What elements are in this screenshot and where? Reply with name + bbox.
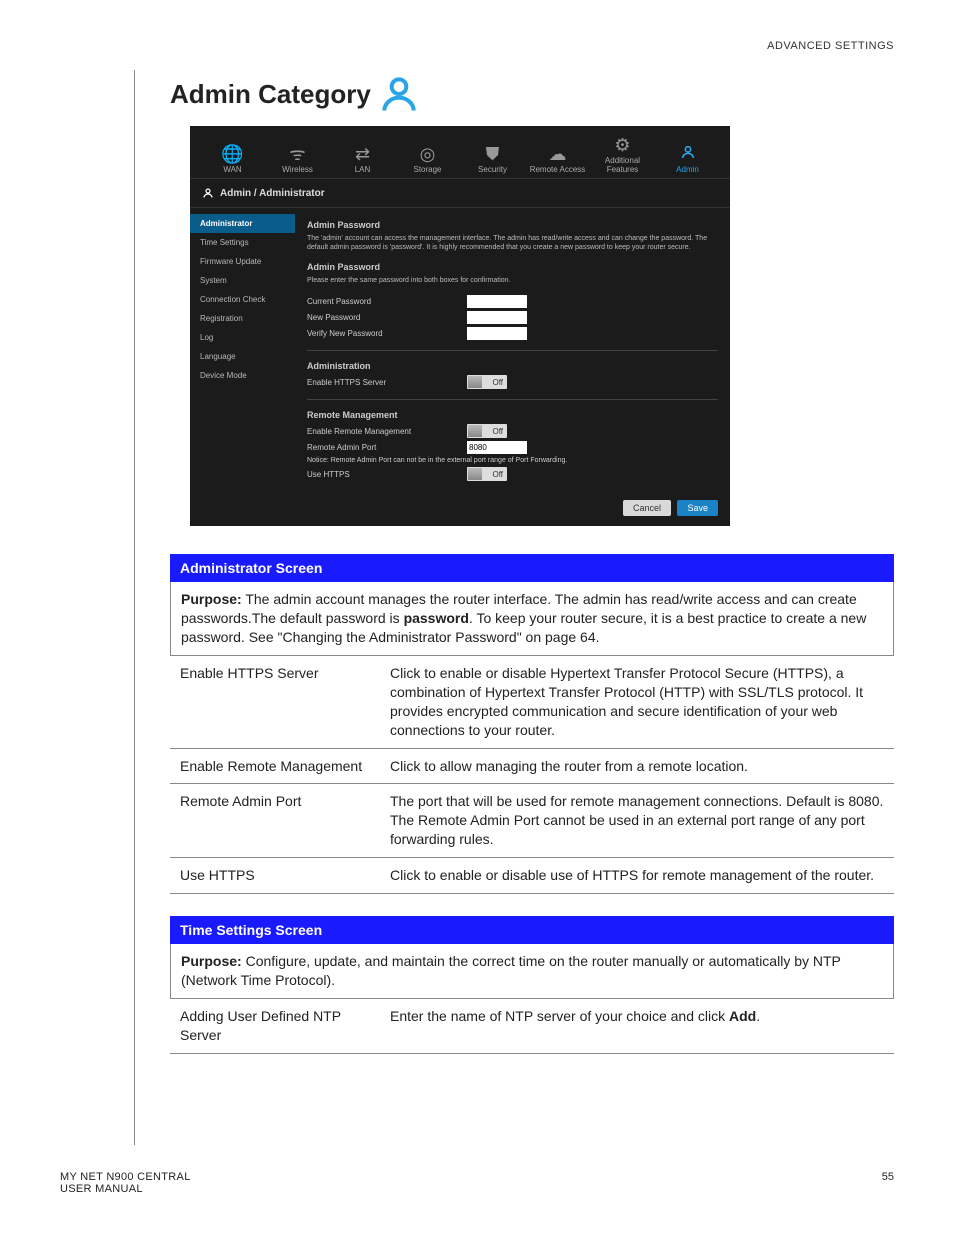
toggle-https[interactable]: Off [467,375,507,389]
cancel-button[interactable]: Cancel [623,500,671,516]
label-remote-port: Remote Admin Port [307,443,467,452]
nav-registration[interactable]: Registration [190,309,295,328]
label-current-pw: Current Password [307,297,467,306]
nav-administrator[interactable]: Administrator [190,214,295,233]
margin-rule [134,70,135,1145]
tab-security[interactable]: ⛊Security [460,143,525,178]
admin-params-table: Enable HTTPS ServerClick to enable or di… [170,656,894,894]
panel-desc: The 'admin' account can access the manag… [307,234,718,252]
label-new-pw: New Password [307,313,467,322]
panel-hint: Please enter the same password into both… [307,276,718,285]
section-header: ADVANCED SETTINGS [60,40,894,52]
panel-title-remote: Remote Management [307,410,718,420]
router-buttons: Cancel Save [190,492,730,520]
page-title: Admin Category [170,72,894,116]
footer-product: MY NET N900 CENTRAL [60,1171,191,1183]
remote-notice: Notice: Remote Admin Port can not be in … [307,457,718,464]
tab-wireless[interactable]: ᯤWireless [265,143,330,178]
panel-title-admin: Administration [307,361,718,371]
table-row: Enable Remote ManagementClick to allow m… [170,748,894,784]
footer-page-number: 55 [882,1171,894,1195]
toggle-use-https[interactable]: Off [467,467,507,481]
input-new-pw[interactable] [467,311,527,324]
tab-storage[interactable]: ◎Storage [395,143,460,178]
table-row: Use HTTPSClick to enable or disable use … [170,858,894,894]
time-screen-header: Time Settings Screen [170,916,894,944]
admin-purpose-box: Purpose: The admin account manages the r… [170,582,894,656]
input-current-pw[interactable] [467,295,527,308]
label-use-https: Use HTTPS [307,470,467,479]
admin-screen-header: Administrator Screen [170,554,894,582]
nav-conncheck[interactable]: Connection Check [190,290,295,309]
admin-icon-small [202,187,214,199]
label-remote-enable: Enable Remote Management [307,427,467,436]
nav-system[interactable]: System [190,271,295,290]
panel-title-2: Admin Password [307,262,718,272]
save-button[interactable]: Save [677,500,718,516]
nav-time[interactable]: Time Settings [190,233,295,252]
tab-lan[interactable]: ⇄LAN [330,143,395,178]
router-main-panel: Admin Password The 'admin' account can a… [295,208,730,492]
table-row: Adding User Defined NTP Server Enter the… [170,999,894,1053]
table-row: Enable HTTPS ServerClick to enable or di… [170,656,894,748]
footer-manual: USER MANUAL [60,1183,191,1195]
label-verify-pw: Verify New Password [307,329,467,338]
label-https: Enable HTTPS Server [307,378,467,387]
admin-icon [377,72,421,116]
page-footer: MY NET N900 CENTRAL USER MANUAL 55 [60,1171,894,1195]
router-breadcrumb: Admin / Administrator [190,179,730,208]
input-verify-pw[interactable] [467,327,527,340]
table-row: Remote Admin PortThe port that will be u… [170,784,894,858]
time-params-table: Adding User Defined NTP Server Enter the… [170,999,894,1054]
nav-devicemode[interactable]: Device Mode [190,366,295,385]
tab-additional[interactable]: ⚙Additional Features [590,134,655,178]
nav-language[interactable]: Language [190,347,295,366]
tab-wan[interactable]: 🌐WAN [200,143,265,178]
nav-log[interactable]: Log [190,328,295,347]
nav-firmware[interactable]: Firmware Update [190,252,295,271]
input-remote-port[interactable] [467,441,527,454]
toggle-remote[interactable]: Off [467,424,507,438]
panel-title-1: Admin Password [307,220,718,230]
tab-remote[interactable]: ☁Remote Access [525,143,590,178]
tab-admin[interactable]: Admin [655,143,720,178]
time-purpose-box: Purpose: Configure, update, and maintain… [170,944,894,999]
router-screenshot: 🌐WAN ᯤWireless ⇄LAN ◎Storage ⛊Security ☁… [190,126,730,526]
router-sidenav: Administrator Time Settings Firmware Upd… [190,208,295,492]
router-tabs: 🌐WAN ᯤWireless ⇄LAN ◎Storage ⛊Security ☁… [190,126,730,179]
